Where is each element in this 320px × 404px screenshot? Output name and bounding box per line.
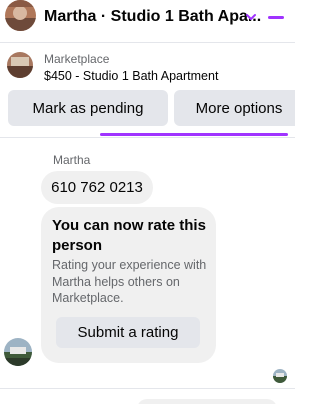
messenger-chat-window: Martha · Studio 1 Bath Apa... Marketplac… — [0, 0, 295, 404]
listing-category: Marketplace — [44, 52, 110, 66]
divider — [0, 42, 295, 43]
page-title[interactable]: Martha · Studio 1 Bath Apa... — [44, 8, 270, 26]
rating-card-title: You can now rate this person — [52, 217, 206, 254]
message-bubble[interactable] — [137, 399, 277, 404]
rating-prompt-card: You can now rate this person Rating your… — [41, 207, 216, 363]
listing-thumbnail[interactable] — [7, 52, 33, 78]
message-sender-name: Martha — [53, 153, 91, 167]
more-options-button[interactable]: More options — [174, 90, 295, 126]
sent-message-edge — [100, 133, 288, 136]
listing-title[interactable]: $450 - Studio 1 Bath Apartment — [44, 69, 218, 83]
chevron-down-icon[interactable] — [244, 10, 258, 24]
divider — [0, 388, 295, 389]
divider — [0, 137, 295, 138]
mark-as-pending-button[interactable]: Mark as pending — [8, 90, 168, 126]
avatar[interactable] — [5, 0, 36, 31]
chat-header: Martha · Studio 1 Bath Apa... — [0, 0, 295, 36]
minimize-icon[interactable] — [268, 16, 284, 19]
avatar[interactable] — [4, 338, 32, 366]
message-bubble[interactable]: 610 762 0213 — [41, 171, 153, 204]
rating-card-description: Rating your experience with Martha helps… — [52, 258, 207, 305]
submit-rating-button[interactable]: Submit a rating — [56, 317, 200, 348]
read-receipt-avatar — [273, 369, 287, 383]
